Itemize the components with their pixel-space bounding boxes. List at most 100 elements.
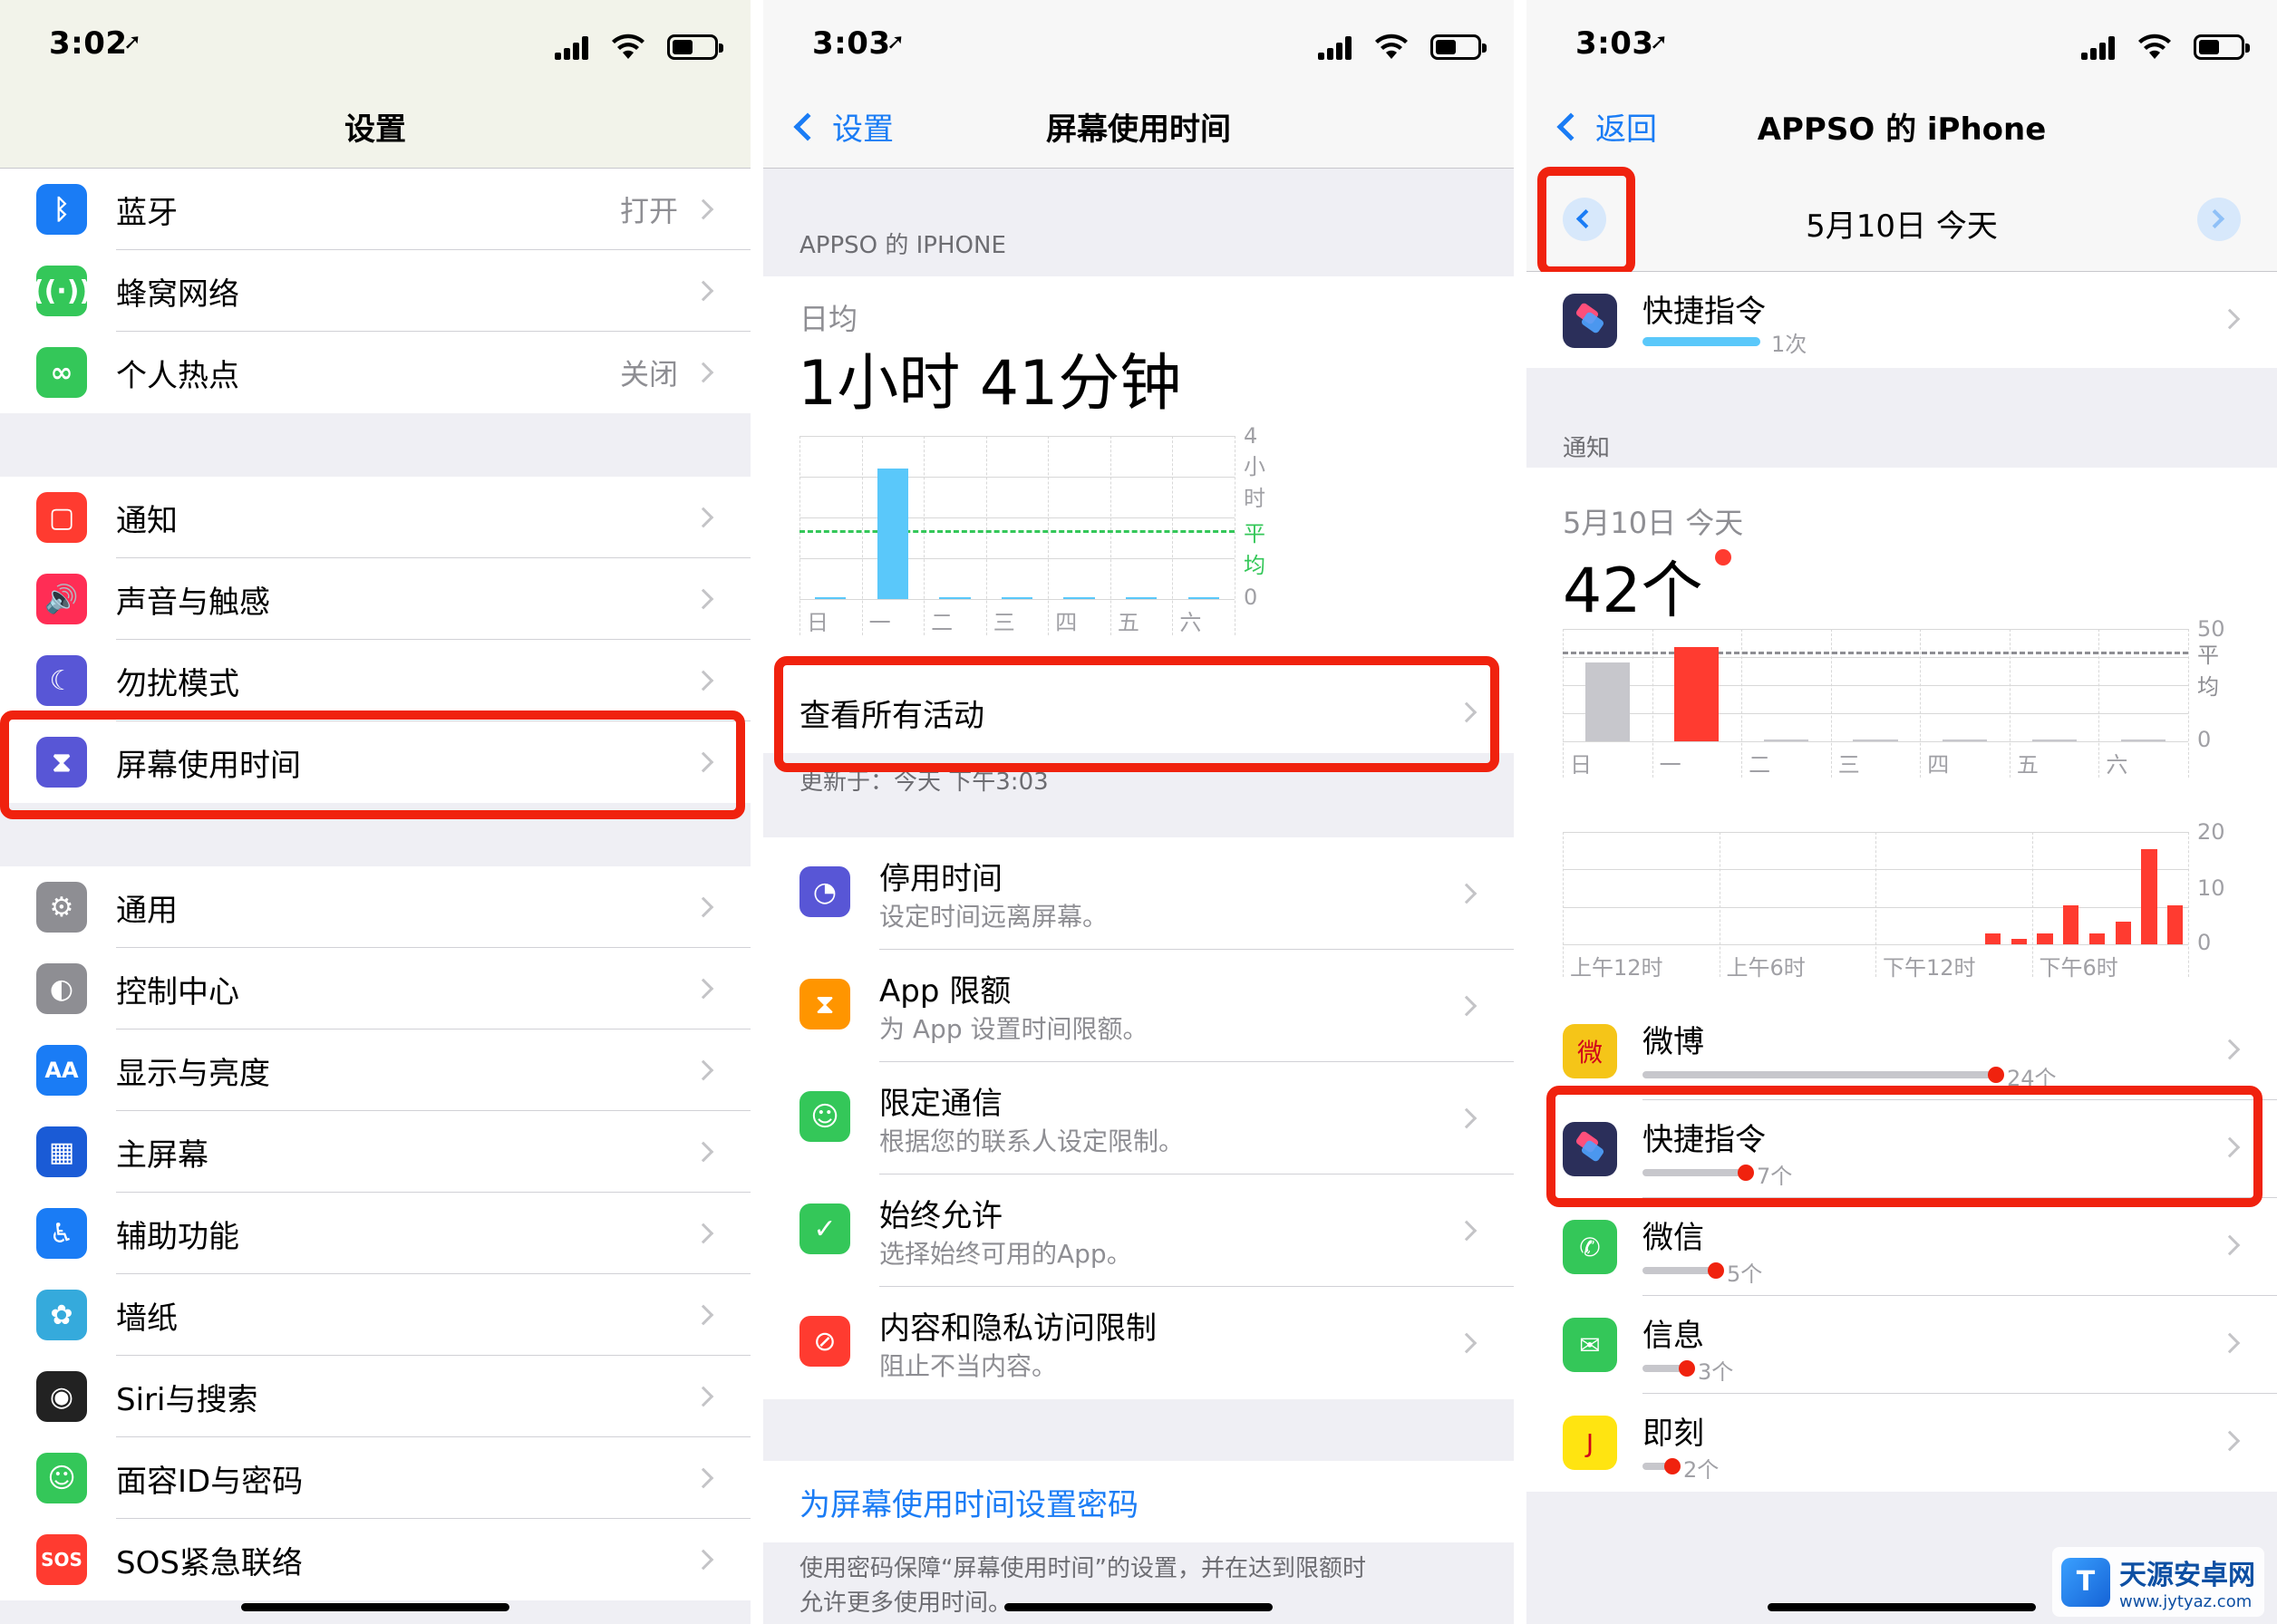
usage-bar xyxy=(1642,337,1760,346)
gridline xyxy=(1875,832,1876,977)
nav-bar: 3:03 ➚ 设置 屏幕使用时间 xyxy=(763,0,1514,169)
gear-icon: ⚙ xyxy=(36,882,87,933)
gridline xyxy=(799,436,800,635)
device-detail-screen: 3:03 ➚ 返回 APPSO 的 iPhone 5月10日 今天 快捷指令 1… xyxy=(1526,0,2277,1624)
chevron-right-icon xyxy=(2219,1234,2241,1256)
red-dot-icon xyxy=(1988,1067,2004,1083)
gridline xyxy=(799,436,1235,437)
x-tick-label: 四 xyxy=(1055,610,1078,635)
highlight-shortcuts-row xyxy=(1546,1086,2262,1207)
settings-row-label: 声音与触感 xyxy=(116,584,270,621)
next-day-button[interactable] xyxy=(2197,198,2241,241)
y-tick-label: 0 xyxy=(2197,727,2212,752)
wifi-icon xyxy=(612,34,644,59)
passcode-row[interactable]: 为屏幕使用时间设置密码 xyxy=(763,1461,1514,1542)
settings-row[interactable]: ☾ 勿扰模式 xyxy=(0,640,751,721)
chevron-right-icon xyxy=(693,1467,714,1489)
daily-average-card[interactable]: 日均 1小时 41分钟 日一二三四五六 4小时 平均 0 xyxy=(763,276,1514,672)
screen-time-option[interactable]: ✓ 始终允许 选择始终可用的App。 xyxy=(763,1174,1514,1287)
settings-row[interactable]: ((·)) 蜂窝网络 xyxy=(0,250,751,332)
chart-bar xyxy=(2141,848,2157,944)
gridline xyxy=(1563,713,2188,714)
chevron-right-icon xyxy=(693,670,714,691)
settings-row-label: 蓝牙 xyxy=(116,194,178,231)
chevron-right-icon xyxy=(2219,1430,2241,1452)
block-icon: ⊘ xyxy=(799,1316,850,1367)
shortcuts-icon xyxy=(1563,294,1617,348)
x-tick-label: 一 xyxy=(1659,752,1681,778)
notification-app-row[interactable]: ✉ 信息 3个 xyxy=(1526,1296,2277,1394)
x-tick-label: 五 xyxy=(1117,610,1139,635)
x-tick-label: 日 xyxy=(807,610,828,635)
notifications-icon: ▢ xyxy=(36,492,87,543)
screen-time-option[interactable]: ◔ 停用时间 设定时间远离屏幕。 xyxy=(763,837,1514,950)
notification-date: 5月10日 今天 xyxy=(1563,506,1744,540)
gridline xyxy=(1109,436,1111,635)
chevron-right-icon xyxy=(693,978,714,1000)
settings-row[interactable]: ✿ 墙纸 xyxy=(0,1274,751,1356)
gridline xyxy=(799,517,1235,518)
chevron-right-icon xyxy=(693,1304,714,1326)
chevron-right-icon xyxy=(693,280,714,302)
watermark: T 天源安卓网 www.jytyaz.com xyxy=(2052,1547,2264,1617)
app-name: 快捷指令 xyxy=(1642,294,1766,330)
chart-bar xyxy=(2115,922,2131,944)
date-label: 5月10日 今天 xyxy=(1806,208,1998,245)
settings-row[interactable]: SOS SOS紧急联络 xyxy=(0,1519,751,1600)
battery-icon xyxy=(2194,34,2250,60)
notification-app-row[interactable]: ✆ 微信 5个 xyxy=(1526,1198,2277,1296)
highlight-previous-day xyxy=(1537,167,1635,276)
settings-row[interactable]: ∞ 个人热点 关闭 xyxy=(0,332,751,413)
chart-bar xyxy=(815,597,847,599)
jike-icon: J xyxy=(1563,1416,1617,1470)
chart-bar xyxy=(2011,938,2027,944)
location-arrow-icon: ➚ xyxy=(123,29,142,54)
settings-row-label: 显示与亮度 xyxy=(116,1055,270,1092)
app-name: 即刻 xyxy=(1642,1416,1704,1452)
chart-bar xyxy=(2063,904,2079,944)
watermark-url: www.jytyaz.com xyxy=(2119,1592,2253,1611)
screen-time-option[interactable]: ⊘ 内容和隐私访问限制 阻止不当内容。 xyxy=(763,1287,1514,1399)
option-title: 停用时间 xyxy=(879,861,1003,897)
chevron-right-icon xyxy=(693,1223,714,1244)
screen-time-options: ◔ 停用时间 设定时间远离屏幕。 ⧗ App 限额为 App 设置时间限额。 ☺ 限定通信根… xyxy=(763,837,1514,1399)
screen-time-option[interactable]: ☺ 限定通信 根据您的联系人设定限制。 xyxy=(763,1062,1514,1174)
settings-row[interactable]: ▦ 主屏幕 xyxy=(0,1111,751,1193)
notification-app-row[interactable]: J 即刻 2个 xyxy=(1526,1394,2277,1492)
settings-row[interactable]: ᛒ 蓝牙 打开 xyxy=(0,169,751,250)
notification-count: 42个 xyxy=(1563,556,1703,627)
aa-icon: AA xyxy=(36,1045,87,1096)
chart-bar xyxy=(2167,904,2184,944)
status-time: 3:02 xyxy=(49,25,128,62)
screen-time-option[interactable]: ⧗ App 限额为 App 设置时间限额。 xyxy=(763,950,1514,1062)
settings-row[interactable]: ♿ 辅助功能 xyxy=(0,1193,751,1274)
battery-icon xyxy=(1430,34,1487,60)
usage-count: 1次 xyxy=(1771,332,1807,357)
option-title: 始终允许 xyxy=(879,1198,1003,1234)
settings-row[interactable]: ◉ Siri与搜索 xyxy=(0,1356,751,1437)
gridline xyxy=(1563,629,2188,630)
settings-row[interactable]: 🔊 声音与触感 xyxy=(0,558,751,640)
daily-usage-chart: 日 一 二 三 四 五 六 4小时 平均 0 xyxy=(799,423,1265,653)
settings-row[interactable]: ▢ 通知 xyxy=(0,477,751,558)
downtime-icon: ◔ xyxy=(799,866,850,917)
x-tick-label: 上午12时 xyxy=(1570,955,1663,981)
gridline xyxy=(861,436,863,635)
chevron-right-icon xyxy=(2219,308,2241,330)
chart-bar xyxy=(1984,933,2001,944)
passcode-link[interactable]: 为屏幕使用时间设置密码 xyxy=(799,1480,1138,1524)
weekly-notifications-chart: 日一二三四五六 50 平均 0 xyxy=(1563,616,2225,810)
faceid-icon: ☺ xyxy=(36,1453,87,1503)
settings-row[interactable]: ☺ 面容ID与密码 xyxy=(0,1437,751,1519)
settings-row[interactable]: AA 显示与亮度 xyxy=(0,1030,751,1111)
settings-row[interactable]: ◐ 控制中心 xyxy=(0,948,751,1030)
y-tick-label: 4小时 xyxy=(1244,423,1265,511)
chevron-right-icon xyxy=(1456,1332,1478,1354)
hourglass-icon: ⧗ xyxy=(799,979,850,1030)
top-app-row[interactable]: 快捷指令 1次 xyxy=(1526,272,2277,368)
chevron-right-icon xyxy=(693,1549,714,1571)
bluetooth-icon: ᛒ xyxy=(36,184,87,235)
settings-row[interactable]: ⚙ 通用 xyxy=(0,866,751,948)
location-arrow-icon: ➚ xyxy=(1650,29,1669,54)
chart-bar xyxy=(1942,740,1988,741)
